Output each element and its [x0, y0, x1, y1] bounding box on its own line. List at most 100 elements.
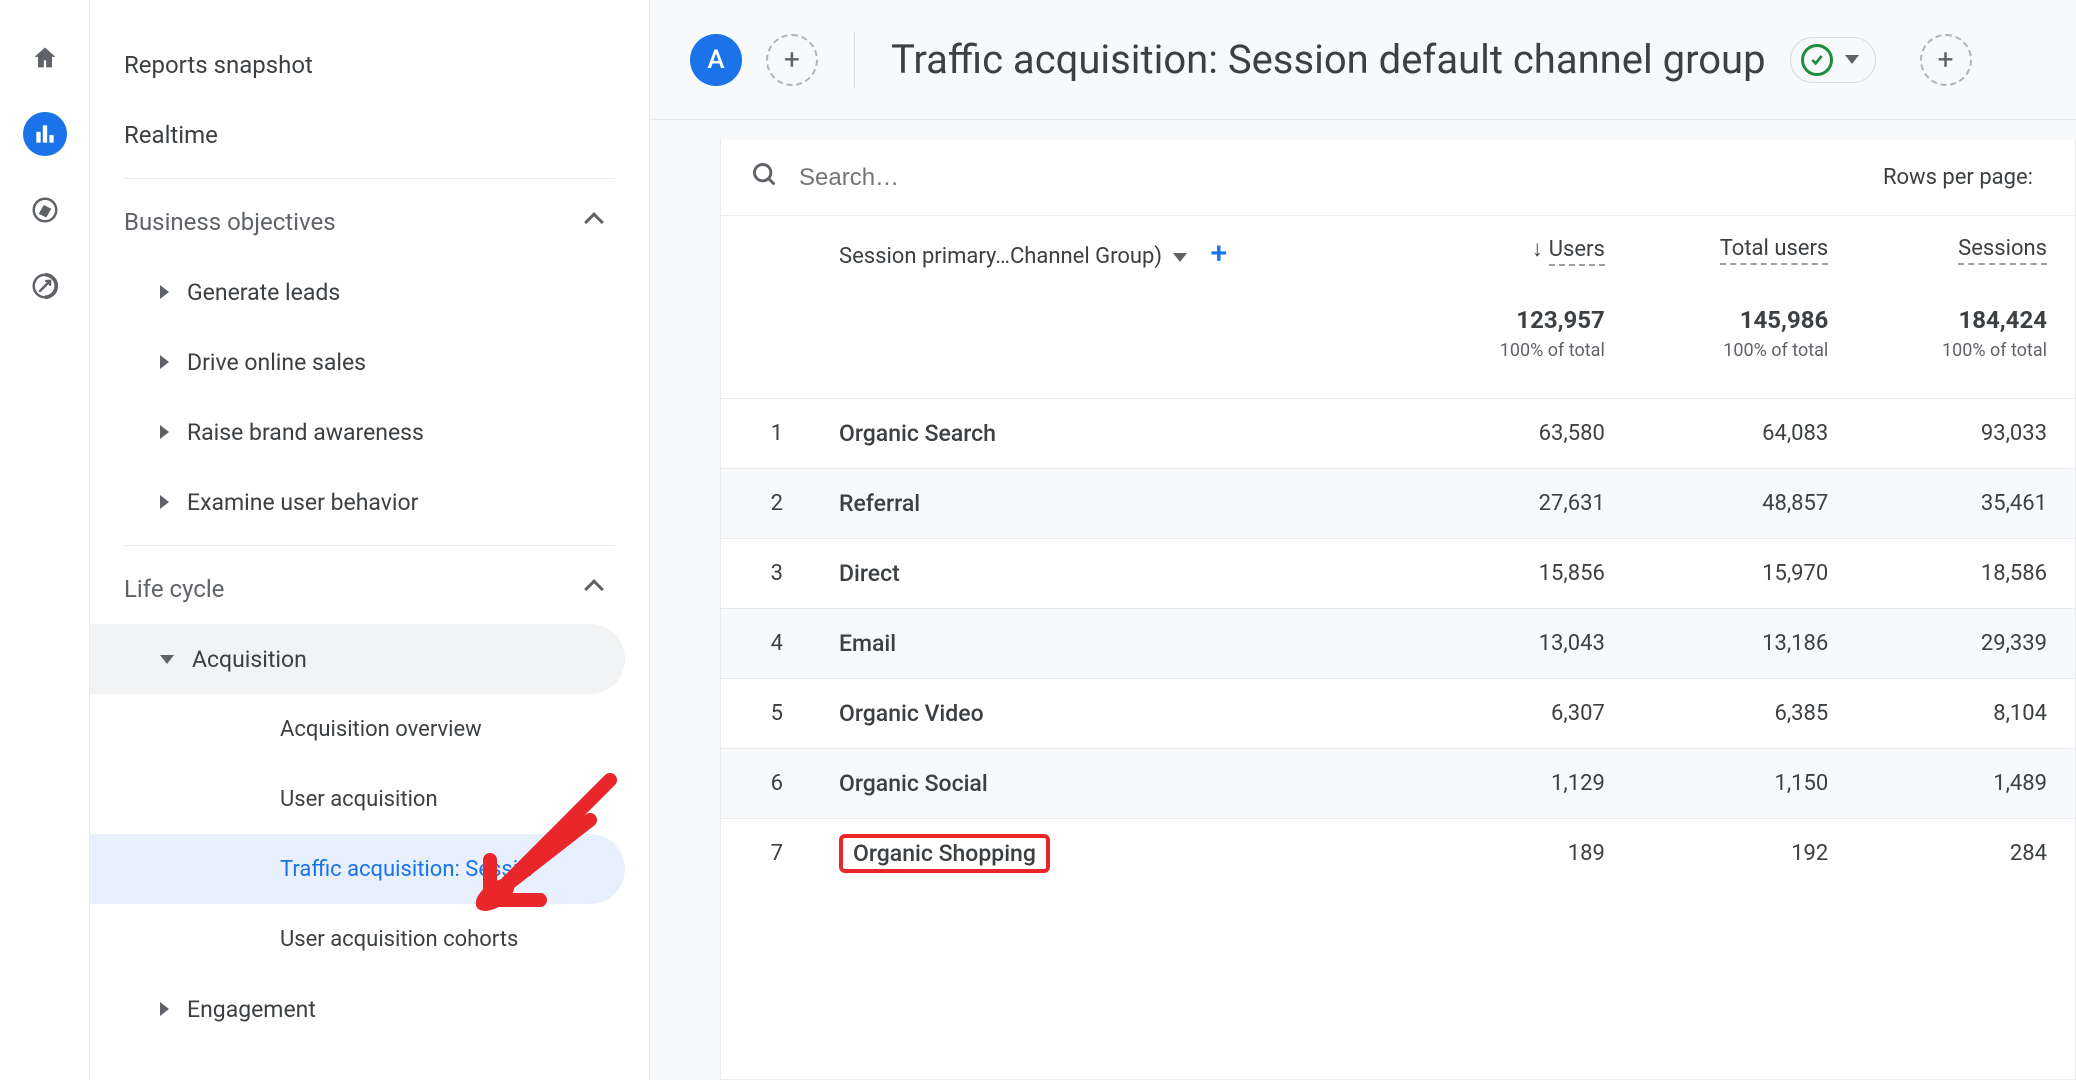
total-pct: 100% of total — [1661, 340, 1828, 361]
nav-engagement[interactable]: Engagement — [90, 974, 649, 1044]
row-dimension: Organic Search — [811, 398, 1414, 468]
table-row[interactable]: 7 Organic Shopping 189 192 284 — [721, 818, 2075, 888]
caret-right-icon — [160, 1002, 169, 1016]
nav-examine-user-behavior[interactable]: Examine user behavior — [90, 467, 649, 537]
total-totalusers: 145,986 — [1661, 306, 1828, 334]
advertising-icon[interactable] — [23, 264, 67, 308]
table-row[interactable]: 5 Organic Video 6,307 6,385 8,104 — [721, 678, 2075, 748]
table-row[interactable]: 2 Referral 27,631 48,857 35,461 — [721, 468, 2075, 538]
cell-sessions: 18,586 — [1856, 538, 2075, 608]
caret-down-icon — [1845, 55, 1859, 64]
cell-totalusers: 48,857 — [1633, 468, 1856, 538]
plus-icon: + — [1938, 43, 1954, 76]
total-pct: 100% of total — [1884, 340, 2047, 361]
table-row[interactable]: 1 Organic Search 63,580 64,083 93,033 — [721, 398, 2075, 468]
cell-sessions: 35,461 — [1856, 468, 2075, 538]
nav-label: Acquisition overview — [280, 717, 482, 742]
col-sessions[interactable]: Sessions — [1856, 216, 2075, 288]
row-dimension: Email — [811, 608, 1414, 678]
report-header: A + Traffic acquisition: Session default… — [650, 0, 2076, 120]
nav-user-acquisition-cohorts[interactable]: User acquisition cohorts — [90, 904, 649, 974]
nav-label: Reports snapshot — [124, 51, 313, 79]
nav-reports-snapshot[interactable]: Reports snapshot — [90, 30, 649, 100]
dimension-header[interactable]: Session primary…Channel Group) + — [811, 216, 1414, 288]
data-table-card: Rows per page: Session primary…Channel G… — [720, 140, 2076, 1080]
cell-users: 15,856 — [1414, 538, 1633, 608]
table-row[interactable]: 4 Email 13,043 13,186 29,339 — [721, 608, 2075, 678]
cell-totalusers: 192 — [1633, 818, 1856, 888]
explore-icon[interactable] — [23, 188, 67, 232]
nav-generate-leads[interactable]: Generate leads — [90, 257, 649, 327]
nav-rail — [0, 0, 90, 1080]
cell-users: 13,043 — [1414, 608, 1633, 678]
nav-drive-online-sales[interactable]: Drive online sales — [90, 327, 649, 397]
caret-right-icon — [160, 495, 169, 509]
home-icon[interactable] — [23, 36, 67, 80]
caret-right-icon — [160, 285, 169, 299]
cell-sessions: 8,104 — [1856, 678, 2075, 748]
segment-badge[interactable]: A — [690, 34, 742, 86]
add-comparison-button[interactable]: + — [1920, 34, 1972, 86]
search-icon — [751, 161, 779, 194]
row-index: 1 — [721, 398, 811, 468]
caret-down-icon — [1173, 253, 1187, 262]
totals-row: 123,957100% of total 145,986100% of tota… — [721, 288, 2075, 398]
nav-label: User acquisition cohorts — [280, 927, 518, 952]
check-circle-icon — [1801, 44, 1833, 76]
total-sessions: 184,424 — [1884, 306, 2047, 334]
col-users[interactable]: ↓Users — [1414, 216, 1633, 288]
row-index: 2 — [721, 468, 811, 538]
nav-acquisition-overview[interactable]: Acquisition overview — [90, 694, 649, 764]
nav-label: User acquisition — [280, 787, 438, 812]
nav-acquisition[interactable]: Acquisition — [90, 624, 625, 694]
add-segment-button[interactable]: + — [766, 34, 818, 86]
row-index: 4 — [721, 608, 811, 678]
row-index: 7 — [721, 818, 811, 888]
annotation-highlight: Organic Shopping — [839, 834, 1050, 873]
nav-traffic-acquisition[interactable]: Traffic acquisition: Sessi… — [90, 834, 625, 904]
search-input[interactable] — [799, 164, 1863, 192]
nav-raise-brand-awareness[interactable]: Raise brand awareness — [90, 397, 649, 467]
row-index: 5 — [721, 678, 811, 748]
nav-realtime[interactable]: Realtime — [90, 100, 649, 170]
main-content: A + Traffic acquisition: Session default… — [650, 0, 2076, 1080]
plus-icon: + — [784, 43, 800, 76]
nav-label: Acquisition — [192, 646, 307, 673]
nav-user-acquisition[interactable]: User acquisition — [90, 764, 649, 834]
section-life-cycle[interactable]: Life cycle — [90, 554, 649, 624]
report-status-pill[interactable] — [1790, 37, 1876, 83]
table-row[interactable]: 3 Direct 15,856 15,970 18,586 — [721, 538, 2075, 608]
nav-label: Examine user behavior — [187, 489, 418, 516]
cell-totalusers: 6,385 — [1633, 678, 1856, 748]
nav-label: Traffic acquisition: Sessi… — [280, 857, 533, 882]
section-label: Life cycle — [124, 575, 224, 603]
caret-right-icon — [160, 425, 169, 439]
nav-label: Raise brand awareness — [187, 419, 424, 446]
badge-letter: A — [707, 45, 724, 75]
caret-down-icon — [160, 655, 174, 664]
sort-desc-icon: ↓ — [1532, 236, 1543, 262]
cell-totalusers: 64,083 — [1633, 398, 1856, 468]
add-dimension-button[interactable]: + — [1210, 236, 1227, 271]
caret-right-icon — [160, 355, 169, 369]
row-dimension: Organic Social — [811, 748, 1414, 818]
table-search-bar: Rows per page: — [721, 140, 2075, 216]
total-pct: 100% of total — [1442, 340, 1605, 361]
col-total-users[interactable]: Total users — [1633, 216, 1856, 288]
row-index: 6 — [721, 748, 811, 818]
row-dimension: Organic Shopping — [853, 840, 1036, 867]
nav-label: Generate leads — [187, 279, 340, 306]
cell-users: 189 — [1414, 818, 1633, 888]
row-dimension: Direct — [811, 538, 1414, 608]
table-row[interactable]: 6 Organic Social 1,129 1,150 1,489 — [721, 748, 2075, 818]
chevron-up-icon — [584, 212, 604, 232]
cell-users: 27,631 — [1414, 468, 1633, 538]
cell-totalusers: 13,186 — [1633, 608, 1856, 678]
cell-sessions: 284 — [1856, 818, 2075, 888]
cell-sessions: 1,489 — [1856, 748, 2075, 818]
reports-icon[interactable] — [23, 112, 67, 156]
cell-users: 6,307 — [1414, 678, 1633, 748]
section-business-objectives[interactable]: Business objectives — [90, 187, 649, 257]
rows-per-page-label: Rows per page: — [1883, 165, 2045, 190]
cell-totalusers: 15,970 — [1633, 538, 1856, 608]
